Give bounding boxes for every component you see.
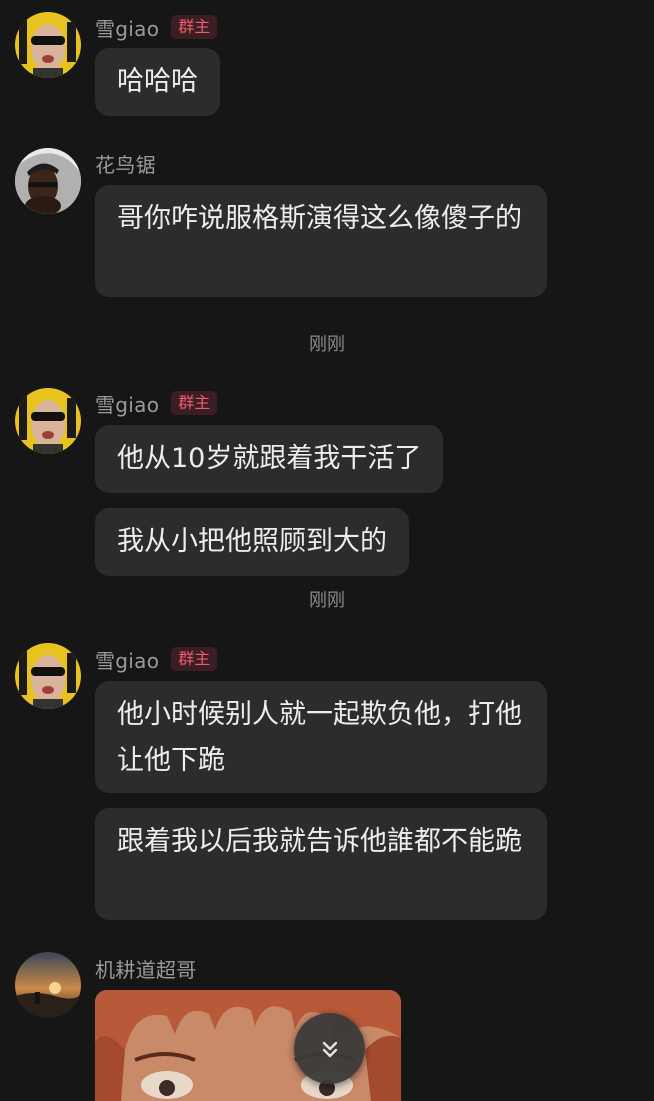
double-chevron-down-icon: [317, 1036, 343, 1062]
scroll-to-bottom-button[interactable]: [294, 1013, 365, 1084]
message-bubble[interactable]: 跟着我以后我就告诉他誰都不能跪: [95, 808, 547, 920]
group-owner-badge: 群主: [171, 15, 218, 39]
sender-row: 机耕道超哥: [95, 953, 197, 983]
timestamp: 刚刚: [309, 334, 345, 355]
chat-message-list[interactable]: 雪giao 群主 哈哈哈 花鸟锯 哥你咋说服格斯演得这么像傻子的 刚刚 雪gia…: [0, 0, 654, 1101]
timestamp: 刚刚: [309, 590, 345, 611]
message-bubble[interactable]: 他小时候别人就一起欺负他，打他让他下跪: [95, 681, 547, 793]
xuegiao-avatar-icon[interactable]: [15, 388, 81, 454]
message-bubble[interactable]: 他从10岁就跟着我干活了: [95, 425, 444, 493]
group-owner-badge: 群主: [171, 391, 218, 415]
sender-row: 花鸟锯: [95, 148, 156, 178]
huaniaoju-avatar-icon[interactable]: [15, 148, 81, 214]
sender-name[interactable]: 雪giao: [95, 645, 159, 674]
sunset-avatar-icon[interactable]: [15, 952, 81, 1018]
sender-name[interactable]: 雪giao: [95, 389, 159, 418]
group-owner-badge: 群主: [171, 647, 218, 671]
message-bubble[interactable]: 我从小把他照顾到大的: [95, 508, 409, 576]
sender-name[interactable]: 雪giao: [95, 13, 159, 42]
xuegiao-avatar-icon[interactable]: [15, 643, 81, 709]
sender-row: 雪giao 群主: [95, 388, 218, 418]
sender-row: 雪giao 群主: [95, 644, 218, 674]
sender-row: 雪giao 群主: [95, 12, 218, 42]
message-bubble[interactable]: 哥你咋说服格斯演得这么像傻子的: [95, 185, 547, 297]
xuegiao-avatar-icon[interactable]: [15, 12, 81, 78]
message-bubble[interactable]: 哈哈哈: [95, 48, 220, 116]
sender-name[interactable]: 花鸟锯: [95, 149, 156, 178]
sender-name[interactable]: 机耕道超哥: [95, 954, 197, 983]
